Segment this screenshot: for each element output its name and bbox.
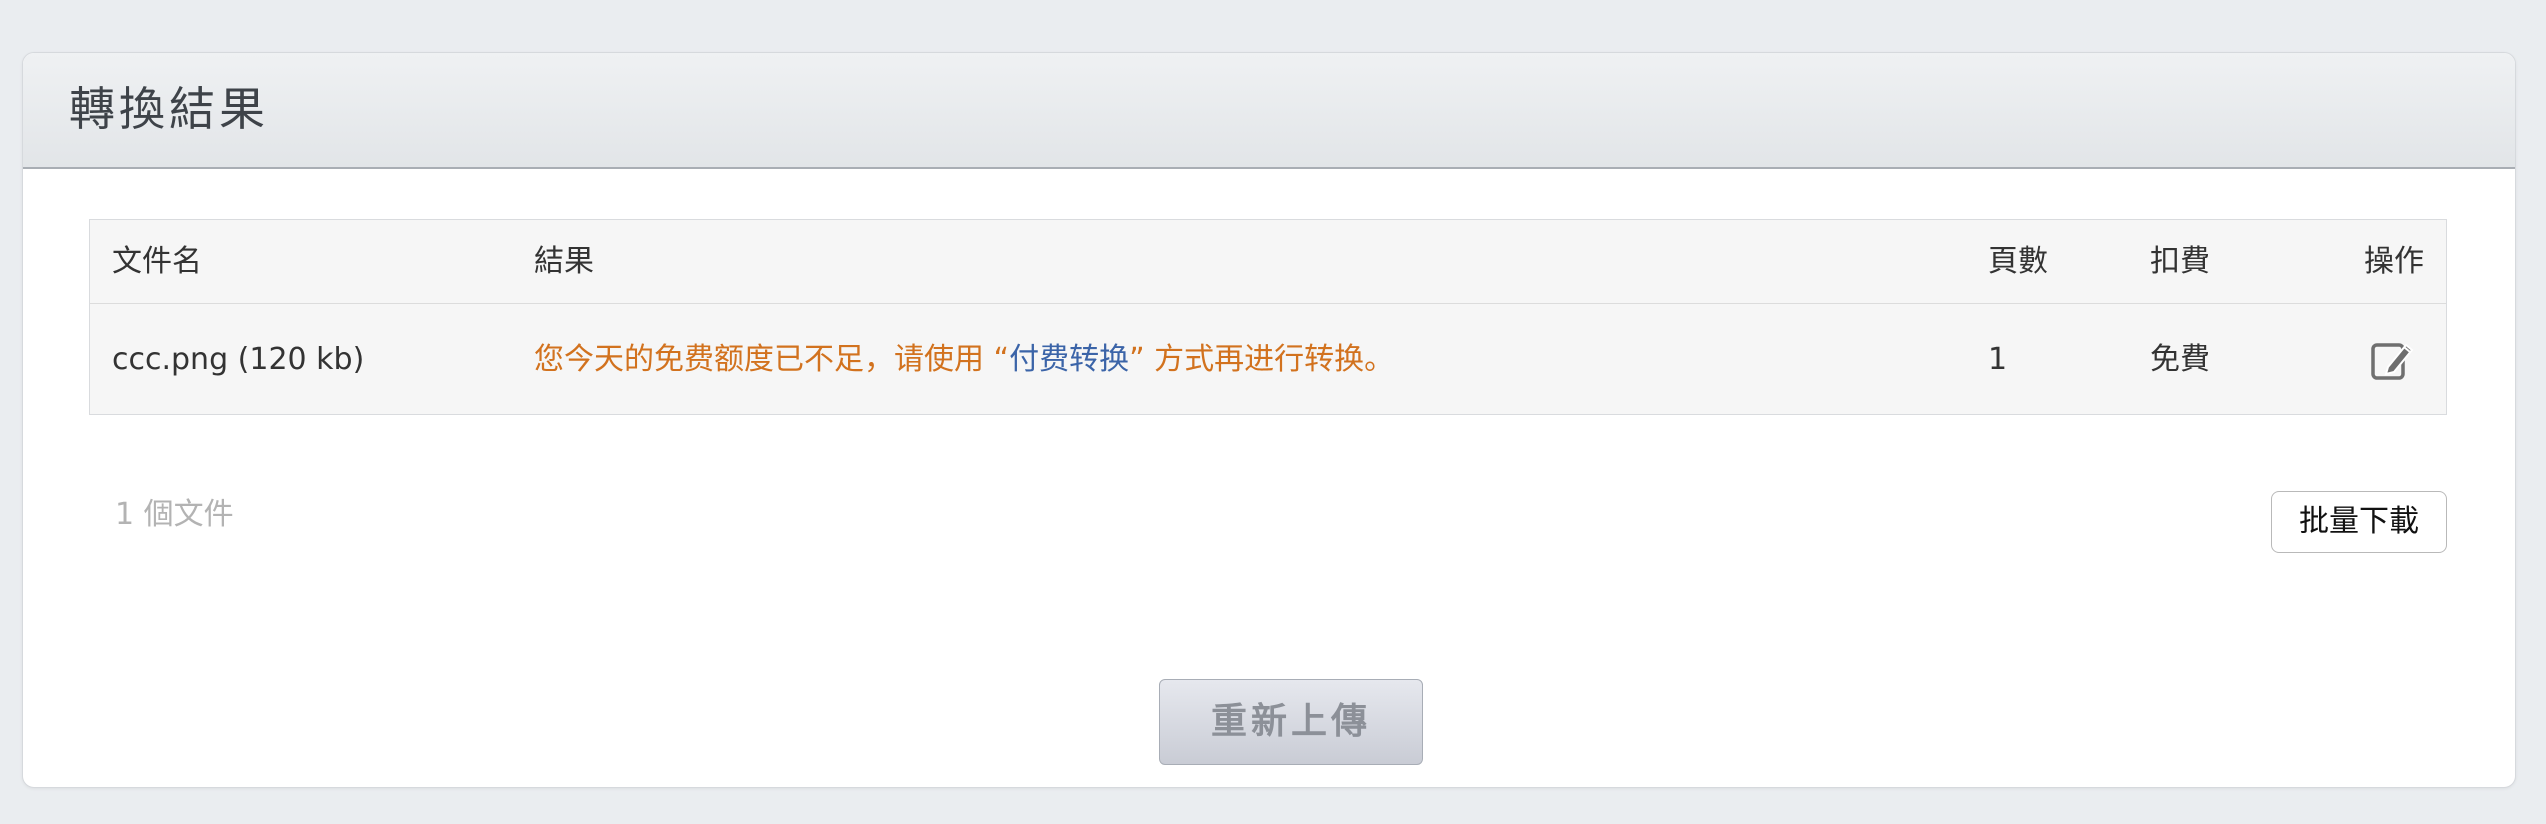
conversion-results-panel: 轉換結果 文件名 結果 頁數 扣費 操作 ccc.png (120 kb) 您今…	[22, 52, 2516, 788]
file-count: 1 個文件	[115, 497, 234, 532]
reupload-button[interactable]: 重新上傳	[1159, 679, 1423, 765]
row-fee: 免費	[2150, 342, 2210, 377]
panel-title: 轉換結果	[69, 82, 269, 136]
batch-download-button[interactable]: 批量下載	[2271, 491, 2447, 553]
result-message-suffix: ” 方式再进行转换。	[1129, 342, 1395, 377]
row-filename: ccc.png (120 kb)	[112, 342, 365, 377]
paid-conversion-link[interactable]: 付费转换	[1009, 342, 1129, 377]
table-row: ccc.png (120 kb) 您今天的免费额度已不足，请使用 “付费转换” …	[90, 304, 2446, 414]
edit-icon[interactable]	[2368, 336, 2416, 384]
results-table: 文件名 結果 頁數 扣費 操作 ccc.png (120 kb) 您今天的免费额…	[89, 219, 2447, 415]
column-header-pages: 頁數	[1988, 244, 2048, 279]
column-header-fee: 扣費	[2150, 244, 2210, 279]
row-result-message: 您今天的免费额度已不足，请使用 “付费转换” 方式再进行转换。	[534, 342, 1394, 378]
row-pages: 1	[1988, 342, 2008, 377]
column-header-actions: 操作	[2364, 244, 2424, 279]
column-header-result: 結果	[534, 244, 594, 279]
result-message-prefix: 您今天的免费额度已不足，请使用 “	[534, 342, 1010, 377]
panel-header: 轉換結果	[23, 53, 2515, 169]
table-header-row: 文件名 結果 頁數 扣費 操作	[90, 220, 2446, 304]
column-header-filename: 文件名	[112, 244, 202, 279]
